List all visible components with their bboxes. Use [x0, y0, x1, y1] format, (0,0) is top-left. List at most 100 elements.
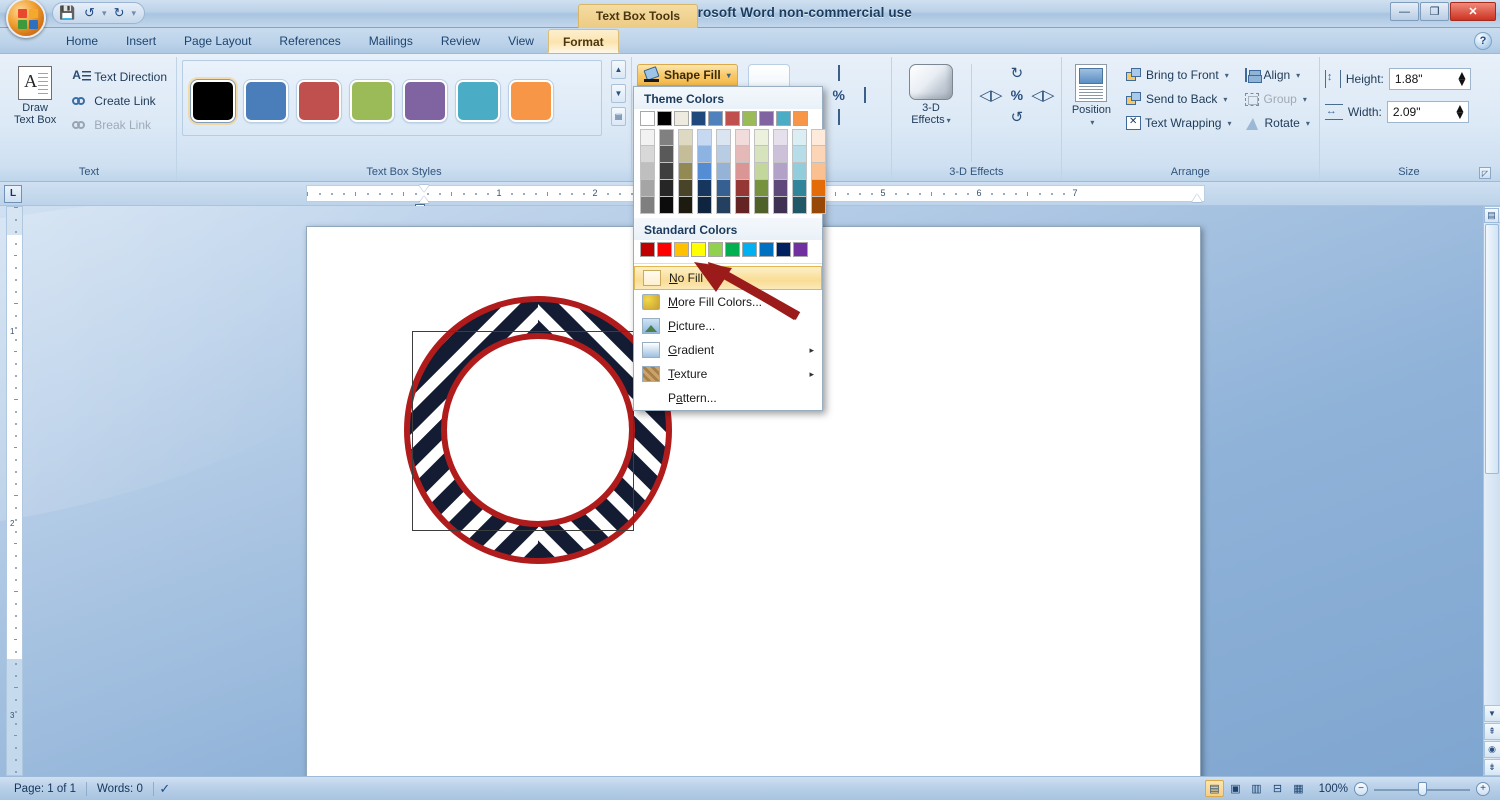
theme-color-variant-8-2[interactable]	[792, 163, 807, 180]
next-page-button[interactable]: ⇟	[1483, 759, 1500, 776]
tilt-up-icon[interactable]: ↻	[1011, 64, 1024, 82]
tab-page-layout[interactable]: Page Layout	[170, 29, 265, 53]
zoom-out-button[interactable]: −	[1354, 781, 1368, 796]
style-swatch-purple[interactable]	[403, 80, 447, 122]
theme-color-variant-3-0[interactable]	[697, 129, 712, 146]
shape-fill-button[interactable]: Shape Fill ▾	[637, 64, 738, 86]
theme-color-variant-3-4[interactable]	[697, 197, 712, 214]
text-wrapping-button[interactable]: Text Wrapping ▾	[1122, 112, 1236, 134]
menu-item-no-fill[interactable]: No Fill	[634, 266, 822, 290]
theme-color-base-4[interactable]	[708, 111, 723, 126]
menu-item-picture[interactable]: Picture...	[634, 314, 822, 338]
style-swatch-orange[interactable]	[509, 80, 553, 122]
theme-color-variant-4-0[interactable]	[716, 129, 731, 146]
theme-color-variant-1-4[interactable]	[659, 197, 674, 214]
theme-color-variant-2-2[interactable]	[678, 163, 693, 180]
standard-color-8[interactable]	[776, 242, 791, 257]
restore-button[interactable]: ❐	[1420, 2, 1449, 21]
theme-color-variant-3-2[interactable]	[697, 163, 712, 180]
theme-color-variant-6-4[interactable]	[754, 197, 769, 214]
view-web-layout-button[interactable]: ▥	[1247, 780, 1266, 797]
standard-color-7[interactable]	[759, 242, 774, 257]
theme-color-variant-2-3[interactable]	[678, 180, 693, 197]
scroll-down-button[interactable]: ▼	[1483, 705, 1500, 722]
shadow-nudge-right-icon[interactable]	[863, 87, 866, 103]
tab-home[interactable]: Home	[52, 29, 112, 53]
gallery-scroll-down-button[interactable]: ▼	[611, 83, 626, 103]
create-link-button[interactable]: Create Link	[68, 90, 171, 112]
position-button[interactable]: Position ▾	[1067, 60, 1116, 132]
tab-format[interactable]: Format	[547, 29, 619, 53]
view-full-screen-reading-button[interactable]: ▣	[1226, 780, 1245, 797]
send-to-back-button[interactable]: Send to Back ▾	[1122, 88, 1236, 110]
vertical-scrollbar[interactable]: ▲ ▼ ⇞ ◉ ⇟	[1483, 206, 1500, 776]
theme-color-variant-2-4[interactable]	[678, 197, 693, 214]
hanging-indent-marker[interactable]	[419, 196, 429, 203]
page-indicator[interactable]: Page: 1 of 1	[4, 783, 86, 795]
bring-to-front-button[interactable]: Bring to Front ▾	[1122, 64, 1236, 86]
draw-text-box-button[interactable]: Draw Text Box	[7, 60, 63, 129]
tilt-down-icon[interactable]: ↺	[1011, 108, 1024, 126]
height-stepper[interactable]: 1.88" ▲ ▼	[1388, 68, 1471, 90]
theme-color-variant-8-1[interactable]	[792, 146, 807, 163]
theme-color-variant-3-3[interactable]	[697, 180, 712, 197]
theme-color-variant-5-1[interactable]	[735, 146, 750, 163]
tab-review[interactable]: Review	[427, 29, 494, 53]
theme-color-variant-9-2[interactable]	[811, 163, 826, 180]
shadow-nudge-up-icon[interactable]	[837, 65, 840, 81]
theme-color-variant-4-2[interactable]	[716, 163, 731, 180]
standard-color-4[interactable]	[708, 242, 723, 257]
split-window-handle[interactable]: ▤	[1484, 208, 1499, 223]
tab-stop-selector[interactable]: L	[0, 182, 26, 205]
right-indent-marker[interactable]	[1192, 194, 1202, 202]
standard-color-2[interactable]	[674, 242, 689, 257]
theme-color-variant-1-3[interactable]	[659, 180, 674, 197]
theme-color-base-9[interactable]	[793, 111, 808, 126]
tilt-right-icon[interactable]: ◁▷	[1031, 86, 1054, 104]
theme-color-base-0[interactable]	[640, 111, 655, 126]
theme-color-base-5[interactable]	[725, 111, 740, 126]
theme-color-variant-7-2[interactable]	[773, 163, 788, 180]
theme-color-variant-9-0[interactable]	[811, 129, 826, 146]
theme-color-variant-1-2[interactable]	[659, 163, 674, 180]
theme-color-base-2[interactable]	[674, 111, 689, 126]
text-direction-button[interactable]: Text Direction	[68, 66, 171, 88]
standard-color-6[interactable]	[742, 242, 757, 257]
proofing-errors-icon[interactable]: ✓	[154, 781, 176, 797]
theme-color-base-7[interactable]	[759, 111, 774, 126]
theme-color-variant-9-1[interactable]	[811, 146, 826, 163]
view-draft-button[interactable]: ▦	[1289, 780, 1308, 797]
theme-color-variant-2-0[interactable]	[678, 129, 693, 146]
minimize-button[interactable]: —	[1390, 2, 1419, 21]
theme-color-variant-7-4[interactable]	[773, 197, 788, 214]
theme-color-variant-0-0[interactable]	[640, 129, 655, 146]
tab-view[interactable]: View	[494, 29, 548, 53]
theme-color-variant-9-4[interactable]	[811, 197, 826, 214]
theme-color-variant-0-2[interactable]	[640, 163, 655, 180]
zoom-slider[interactable]	[1374, 781, 1470, 797]
theme-color-variant-0-1[interactable]	[640, 146, 655, 163]
theme-color-base-1[interactable]	[657, 111, 672, 126]
theme-color-variant-9-3[interactable]	[811, 180, 826, 197]
rotate-button[interactable]: Rotate ▾	[1241, 112, 1313, 134]
zoom-level-label[interactable]: 100%	[1314, 783, 1348, 795]
theme-color-base-8[interactable]	[776, 111, 791, 126]
theme-color-variant-7-3[interactable]	[773, 180, 788, 197]
tilt-left-icon[interactable]: ◁▷	[979, 86, 1002, 104]
text-box-selection-frame[interactable]	[412, 331, 634, 531]
theme-color-variant-8-0[interactable]	[792, 129, 807, 146]
theme-color-base-6[interactable]	[742, 111, 757, 126]
theme-color-variant-1-1[interactable]	[659, 146, 674, 163]
theme-color-variant-3-1[interactable]	[697, 146, 712, 163]
style-swatch-red[interactable]	[297, 80, 341, 122]
theme-color-variant-0-3[interactable]	[640, 180, 655, 197]
style-swatch-black[interactable]	[191, 80, 235, 122]
help-icon[interactable]: ?	[1474, 32, 1492, 50]
theme-color-variant-7-0[interactable]	[773, 129, 788, 146]
text-box-styles-gallery[interactable]	[182, 60, 602, 136]
standard-color-5[interactable]	[725, 242, 740, 257]
vertical-ruler[interactable]: 1 2 3	[6, 206, 23, 776]
zoom-slider-thumb[interactable]	[1418, 781, 1427, 796]
tab-references[interactable]: References	[265, 29, 354, 53]
view-outline-button[interactable]: ⊟	[1268, 780, 1287, 797]
